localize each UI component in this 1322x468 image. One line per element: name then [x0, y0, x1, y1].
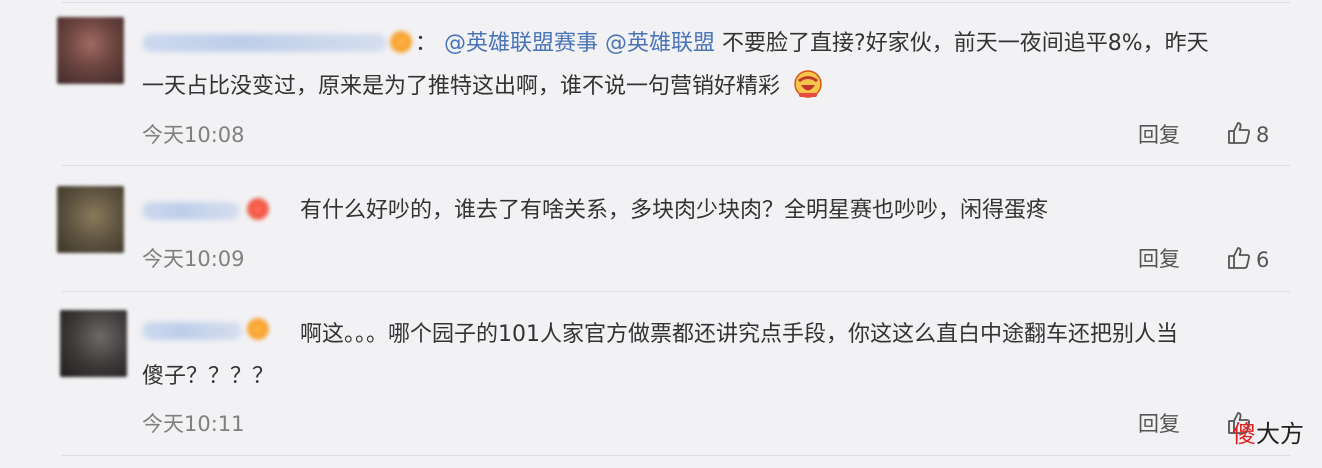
thumbs-up-icon	[1226, 120, 1252, 150]
like-count: 6	[1256, 248, 1270, 272]
avatar[interactable]	[57, 186, 124, 253]
mention-link[interactable]: @英雄联盟赛事	[444, 31, 598, 56]
user-badge-icon	[247, 318, 269, 340]
reply-button[interactable]: 回复	[1138, 119, 1180, 149]
comment-time: 今天10:09	[142, 247, 245, 271]
comment-text: 有什么好吵的，谁去了有啥关系，多块肉少块肉？全明星赛也吵吵，闲得蛋疼	[300, 192, 1048, 229]
reply-button[interactable]: 回复	[1138, 243, 1180, 273]
like-button[interactable]: 8	[1226, 120, 1269, 150]
comment-text-line2: 一天占比没变过，原来是为了推特这出啊，谁不说一句营销好精彩	[142, 74, 781, 99]
laughing-emoji-icon	[793, 69, 823, 111]
watermark-red-char: 傻	[1232, 420, 1256, 448]
user-badge-icon	[247, 198, 269, 220]
watermark-text: 大方	[1256, 420, 1304, 448]
comment-text-line1: 啊这。。。哪个园子的101人家官方做票都还讲究点手段，你这这么直白中途翻车还把别…	[300, 322, 1178, 347]
reply-button[interactable]: 回复	[1138, 408, 1180, 438]
divider	[62, 291, 1290, 292]
watermark: 傻大方	[1232, 414, 1304, 449]
comment-time: 今天10:08	[142, 123, 245, 147]
comment-text: ： @英雄联盟赛事 @英雄联盟 不要脸了直接?好家伙，前天一夜间追平8%，昨天	[415, 25, 1209, 62]
comment-text-line2: 傻子？？？？	[142, 364, 275, 389]
comment-text-line1: 不要脸了直接?好家伙，前天一夜间追平8%，昨天	[715, 31, 1209, 56]
comment-text-line1: 有什么好吵的，谁去了有啥关系，多块肉少块肉？全明星赛也吵吵，闲得蛋疼	[300, 198, 1049, 223]
comment-time: 今天10:11	[142, 412, 245, 436]
user-badge-icon	[390, 31, 412, 53]
username[interactable]	[142, 34, 387, 52]
comment-text-line2-row: 傻子？？？？	[142, 358, 274, 395]
divider	[62, 455, 1290, 456]
comment-text: 啊这。。。哪个园子的101人家官方做票都还讲究点手段，你这这么直白中途翻车还把别…	[300, 316, 1178, 353]
like-count: 8	[1256, 123, 1270, 147]
divider	[62, 165, 1290, 166]
thumbs-up-icon	[1226, 245, 1252, 275]
avatar[interactable]	[60, 310, 127, 377]
username[interactable]	[142, 322, 242, 340]
comment-text-line2-row: 一天占比没变过，原来是为了推特这出啊，谁不说一句营销好精彩	[142, 68, 823, 111]
avatar[interactable]	[57, 17, 124, 84]
colon: ：	[415, 31, 438, 56]
divider	[62, 2, 1290, 3]
mention-link[interactable]: @英雄联盟	[605, 31, 715, 56]
username[interactable]	[142, 202, 240, 220]
like-button[interactable]: 6	[1226, 245, 1269, 275]
